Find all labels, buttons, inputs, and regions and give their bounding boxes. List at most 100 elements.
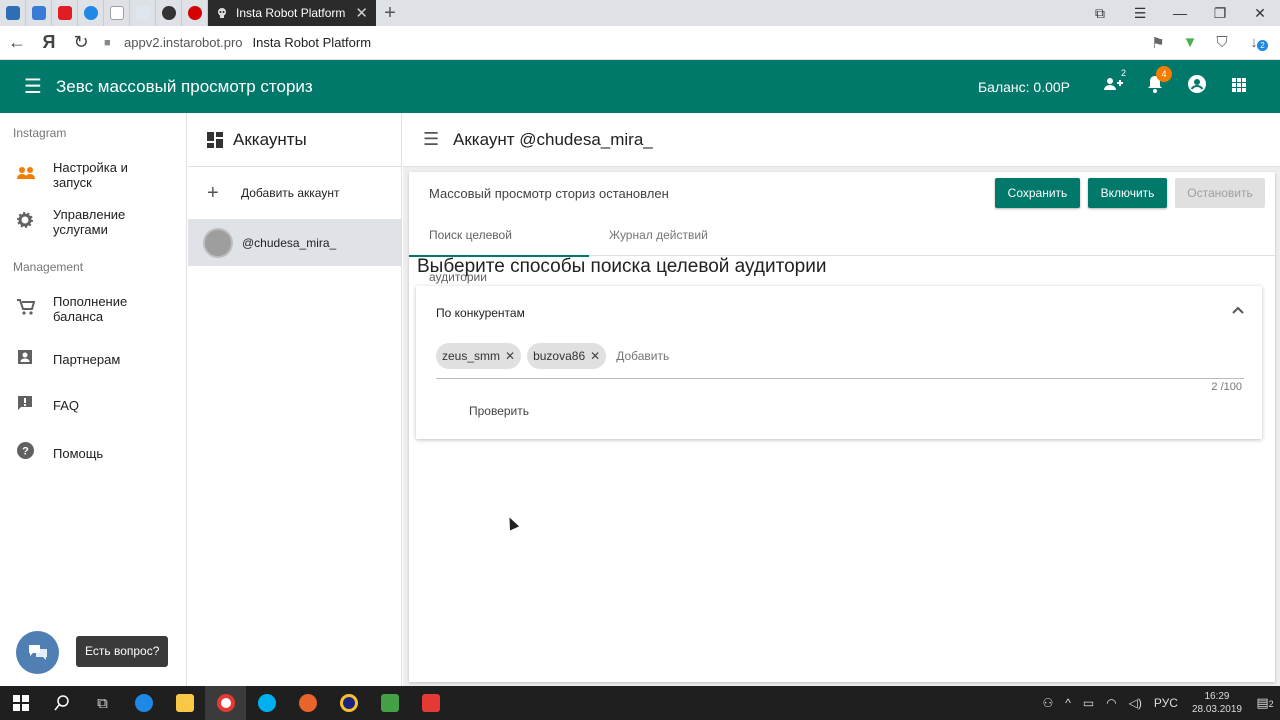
clock[interactable]: 16:29 28.03.2019 xyxy=(1192,690,1242,716)
shield-icon[interactable]: ⛉ xyxy=(1206,34,1238,51)
back-arrow-icon[interactable]: ← xyxy=(0,32,34,53)
competitor-chip: buzova86 ✕ xyxy=(527,343,607,369)
pinned-tab-icon xyxy=(135,6,150,20)
pinned-tab[interactable] xyxy=(130,0,156,26)
task-view-icon[interactable]: ⧉ xyxy=(82,686,123,720)
add-competitor-input[interactable]: Добавить xyxy=(616,343,669,369)
downloads-icon[interactable]: ↓ 2 xyxy=(1238,34,1270,51)
people-tray-icon[interactable]: ⚇ xyxy=(1042,696,1053,710)
hamburger-menu-icon[interactable]: ☰ xyxy=(403,129,453,150)
sidebar-item-faq[interactable]: FAQ xyxy=(0,395,153,416)
minimize-button[interactable]: — xyxy=(1160,0,1200,26)
close-tab-icon[interactable]: ✕ xyxy=(355,4,368,22)
active-tab[interactable]: Insta Robot Platform ✕ xyxy=(208,0,376,26)
chat-tooltip: Есть вопрос? xyxy=(76,636,169,667)
new-tab-button[interactable]: + xyxy=(376,0,404,26)
add-people-icon[interactable]: 2 xyxy=(1092,68,1134,97)
pinned-tab[interactable] xyxy=(52,0,78,26)
chip-label: zeus_smm xyxy=(442,349,501,363)
downloads-badge: 2 xyxy=(1257,40,1268,51)
menu-icon[interactable]: ☰ xyxy=(1120,0,1160,26)
account-list-item[interactable]: @chudesa_mira_ xyxy=(188,219,401,266)
remove-chip-icon[interactable]: ✕ xyxy=(590,349,600,363)
sidebar-item-label: FAQ xyxy=(53,398,80,413)
app-icon-blue[interactable] xyxy=(328,686,369,720)
sidebar-item-help[interactable]: ? Помощь xyxy=(0,442,153,464)
chip-label: buzova86 xyxy=(533,349,586,363)
pinned-tab[interactable] xyxy=(78,0,104,26)
sidebar-item-label: Настройка и запуск xyxy=(53,160,128,190)
hamburger-menu-icon[interactable]: ☰ xyxy=(0,74,48,99)
pinned-tab[interactable] xyxy=(182,0,208,26)
extension-download-icon[interactable]: ▼ xyxy=(1174,34,1206,51)
edge-icon-shape xyxy=(134,694,153,712)
save-button[interactable]: Сохранить xyxy=(995,178,1080,208)
close-window-button[interactable]: ✕ xyxy=(1240,0,1280,26)
dashboard-icon xyxy=(207,131,223,148)
chevron-up-tray-icon[interactable]: ^ xyxy=(1065,696,1071,710)
add-account-label: Добавить аккаунт xyxy=(241,186,340,200)
accounts-title: Аккаунты xyxy=(233,129,307,149)
clock-date: 28.03.2019 xyxy=(1191,704,1242,715)
sidebar-item-label: Управление услугами xyxy=(53,207,126,237)
apps-grid-icon[interactable] xyxy=(1218,76,1260,97)
battery-icon[interactable]: ▭ xyxy=(1083,696,1094,710)
bookmark-manager-icon[interactable]: ⧉ xyxy=(1080,0,1120,26)
yandex-browser-icon[interactable] xyxy=(205,686,246,720)
notifications-badge: 4 xyxy=(1156,66,1172,82)
app-orange-icon xyxy=(298,694,317,712)
tab-audience-search[interactable]: Поиск целевой аудитории xyxy=(409,214,589,284)
notification-count: 2 xyxy=(1268,699,1274,709)
yandex-logo-icon[interactable]: Я xyxy=(34,32,64,53)
volume-icon[interactable]: ◁) xyxy=(1129,696,1142,710)
account-circle-icon[interactable] xyxy=(1176,75,1218,98)
panel-title[interactable]: По конкурентам xyxy=(436,306,525,320)
pinned-tab-icon xyxy=(109,6,124,20)
sidebar-item-partners[interactable]: Партнерам xyxy=(0,349,153,370)
pinned-tab[interactable] xyxy=(0,0,26,26)
add-account-button[interactable]: + Добавить аккаунт xyxy=(188,167,401,219)
main-header: ☰ Аккаунт @chudesa_mira_ xyxy=(403,113,1280,167)
notification-center-icon[interactable]: ▤2 xyxy=(1250,695,1280,711)
pinned-tab[interactable] xyxy=(104,0,130,26)
camtasia-green-icon[interactable] xyxy=(369,686,410,720)
sidebar-item-setup[interactable]: Настройка и запуск xyxy=(0,160,153,190)
sidebar-section-management: Management xyxy=(13,260,84,274)
tab-action-log[interactable]: Журнал действий xyxy=(589,214,728,256)
tab-bar: Поиск целевой аудитории Журнал действий xyxy=(409,214,1275,284)
status-row: Массовый просмотр сториз остановлен Сохр… xyxy=(409,172,1275,214)
camtasia-red-icon[interactable] xyxy=(410,686,451,720)
network-icon[interactable]: ◠ xyxy=(1106,696,1116,710)
people-badge: 2 xyxy=(1120,68,1126,78)
reload-icon[interactable]: ↻ xyxy=(64,32,98,53)
status-text: Массовый просмотр сториз остановлен xyxy=(429,185,669,201)
remove-chip-icon[interactable]: ✕ xyxy=(505,349,515,363)
language-indicator[interactable]: РУС xyxy=(1154,696,1178,710)
restore-button[interactable]: ❐ xyxy=(1200,0,1240,26)
chevron-up-icon[interactable] xyxy=(1232,301,1244,317)
file-explorer-icon[interactable] xyxy=(164,686,205,720)
enable-button[interactable]: Включить xyxy=(1088,178,1167,208)
main-content: ☰ Аккаунт @chudesa_mira_ Массовый просмо… xyxy=(403,113,1280,686)
notifications-bell-icon[interactable]: 4 xyxy=(1134,66,1176,98)
url-text[interactable]: appv2.instarobot.pro xyxy=(124,35,243,50)
search-icon[interactable] xyxy=(41,686,82,720)
app-blue-icon xyxy=(339,694,358,712)
edge-icon[interactable] xyxy=(123,686,164,720)
sidebar-item-balance[interactable]: Пополнение баланса xyxy=(0,294,153,324)
sidebar-item-label: Пополнение баланса xyxy=(53,294,128,324)
pinned-tab[interactable] xyxy=(26,0,52,26)
pinned-tab-icon xyxy=(5,6,20,20)
windows-start-icon[interactable] xyxy=(0,686,41,720)
skype-icon[interactable] xyxy=(246,686,287,720)
chat-button[interactable] xyxy=(16,631,59,674)
app-title: Зевс массовый просмотр сториз xyxy=(56,76,313,96)
check-button[interactable]: Проверить xyxy=(469,404,529,418)
bookmark-icon[interactable]: ⚑ xyxy=(1142,34,1174,52)
app-icon-orange[interactable] xyxy=(287,686,328,720)
sidebar-item-services[interactable]: Управление услугами xyxy=(0,207,153,237)
help-icon: ? xyxy=(17,442,53,464)
address-bar: ← Я ↻ ■ appv2.instarobot.pro Insta Robot… xyxy=(0,26,1280,60)
stop-button[interactable]: Остановить xyxy=(1175,178,1265,208)
pinned-tab[interactable] xyxy=(156,0,182,26)
